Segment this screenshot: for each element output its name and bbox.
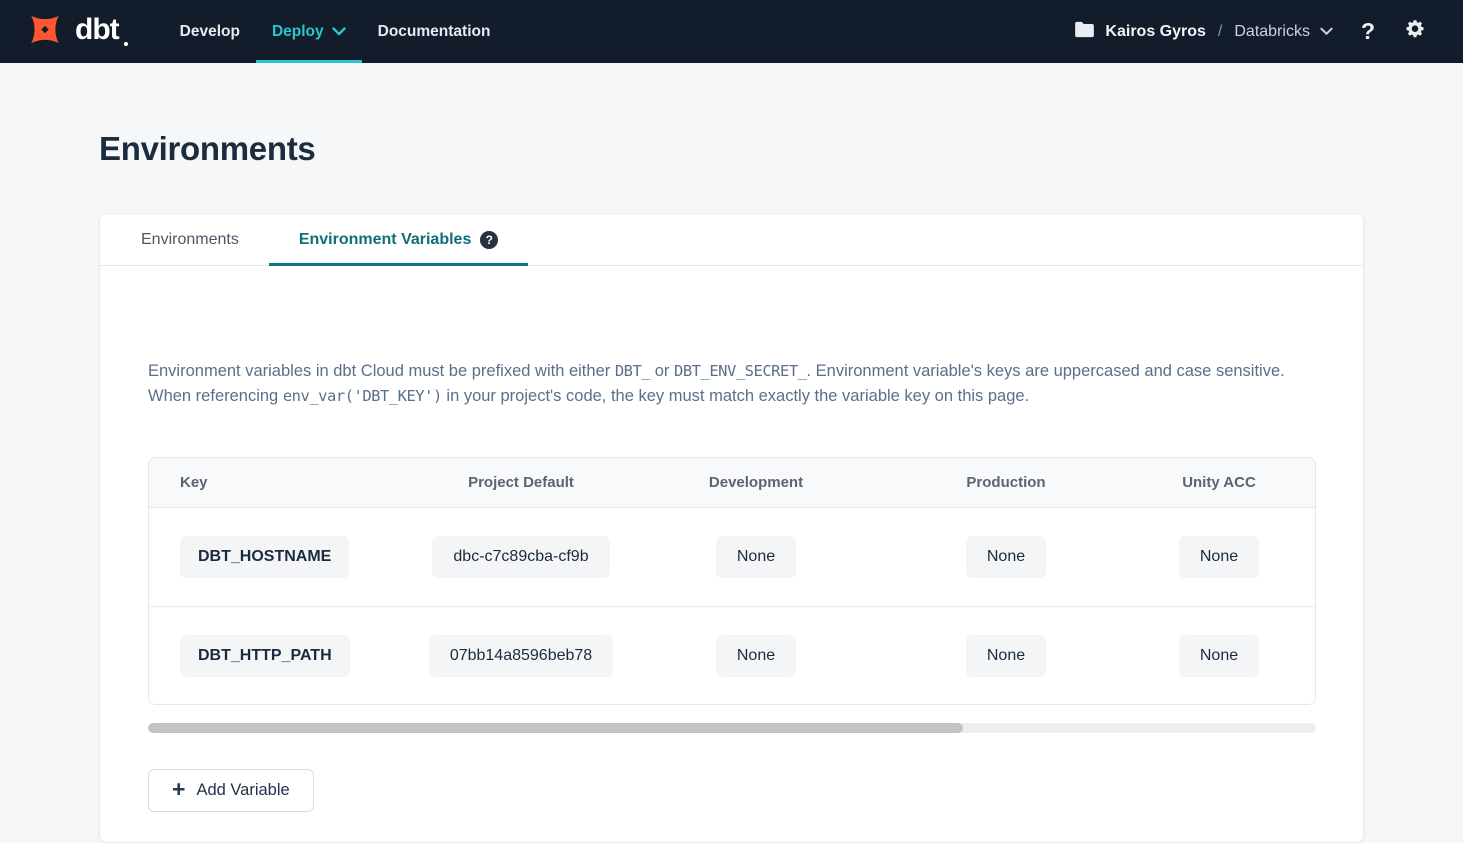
variable-key-chip[interactable]: DBT_HOSTNAME	[180, 536, 349, 578]
nav-item-documentation[interactable]: Documentation	[362, 0, 507, 63]
description-text: or	[650, 362, 674, 380]
dbt-logo-text: dbt	[75, 15, 119, 49]
nav-item-deploy[interactable]: Deploy	[256, 0, 362, 63]
variable-value-chip-unity-acc[interactable]: None	[1179, 536, 1259, 578]
dbt-logo-trademark-dot	[124, 42, 128, 46]
add-variable-label: Add Variable	[196, 781, 289, 800]
code-dbt-env-secret-prefix: DBT_ENV_SECRET_	[674, 362, 806, 380]
tab-environments[interactable]: Environments	[111, 214, 269, 265]
column-header-unity-acc: Unity ACC	[1121, 474, 1316, 491]
code-dbt-prefix: DBT_	[615, 362, 650, 380]
top-navbar: dbt Develop Deploy Documentation Kairos …	[0, 0, 1463, 63]
help-circle-icon[interactable]: ?	[480, 231, 498, 249]
tab-panel-environment-variables: Environment variables in dbt Cloud must …	[100, 359, 1363, 842]
question-mark-glyph: ?	[486, 233, 493, 247]
help-button[interactable]: ?	[1361, 20, 1375, 43]
column-header-project-default: Project Default	[421, 474, 621, 491]
gear-icon	[1403, 17, 1427, 46]
column-header-production: Production	[891, 474, 1121, 491]
dbt-logo[interactable]: dbt	[22, 9, 128, 55]
code-env-var-example: env_var('DBT_KEY')	[283, 387, 442, 405]
account-project-switcher[interactable]: Kairos Gyros / Databricks	[1074, 21, 1333, 43]
variable-value-chip-unity-acc[interactable]: None	[1179, 635, 1259, 677]
main-navigation: Develop Deploy Documentation	[164, 0, 507, 63]
chevron-down-icon	[1320, 23, 1333, 41]
tab-environment-variables-label: Environment Variables	[299, 231, 472, 249]
horizontal-scrollbar-track[interactable]	[148, 723, 1316, 733]
table-row: DBT_HOSTNAME dbc-c7c89cba-cf9b None None…	[149, 508, 1315, 606]
description-text: Environment variables in dbt Cloud must …	[148, 362, 615, 380]
account-separator: /	[1216, 23, 1224, 41]
column-header-key: Key	[149, 474, 421, 491]
page-title: Environments	[99, 130, 1463, 168]
add-variable-button[interactable]: + Add Variable	[148, 769, 314, 812]
dbt-logo-icon	[22, 9, 68, 55]
variable-value-chip-project-default[interactable]: 07bb14a8596beb78	[429, 635, 613, 677]
nav-item-develop-label: Develop	[180, 23, 240, 41]
variable-key-chip[interactable]: DBT_HTTP_PATH	[180, 635, 350, 677]
environment-variables-table: Key Project Default Development Producti…	[148, 457, 1316, 705]
env-vars-description: Environment variables in dbt Cloud must …	[148, 359, 1315, 409]
environments-card: Environments Environment Variables ? Env…	[99, 213, 1364, 843]
nav-item-deploy-label: Deploy	[272, 23, 324, 41]
nav-item-develop[interactable]: Develop	[164, 0, 256, 63]
description-text: in your project's code, the key must mat…	[442, 387, 1029, 405]
tab-environments-label: Environments	[141, 231, 239, 249]
table-row: DBT_HTTP_PATH 07bb14a8596beb78 None None…	[149, 606, 1315, 704]
tab-environment-variables[interactable]: Environment Variables ?	[269, 214, 529, 265]
variable-value-chip-development[interactable]: None	[716, 536, 796, 578]
navbar-right: Kairos Gyros / Databricks ?	[1074, 17, 1427, 46]
column-header-development: Development	[621, 474, 891, 491]
table-header-row: Key Project Default Development Producti…	[149, 458, 1315, 508]
variable-value-chip-production[interactable]: None	[966, 536, 1046, 578]
account-environment-name: Databricks	[1234, 23, 1310, 41]
question-mark-icon: ?	[1361, 18, 1375, 44]
horizontal-scrollbar-thumb[interactable]	[148, 723, 963, 733]
folder-icon	[1074, 21, 1095, 43]
variable-value-chip-production[interactable]: None	[966, 635, 1046, 677]
variable-value-chip-development[interactable]: None	[716, 635, 796, 677]
tab-bar: Environments Environment Variables ?	[100, 214, 1363, 266]
variable-value-chip-project-default[interactable]: dbc-c7c89cba-cf9b	[432, 536, 609, 578]
chevron-down-icon	[332, 23, 346, 41]
settings-button[interactable]	[1403, 17, 1427, 46]
plus-icon: +	[172, 778, 185, 801]
nav-item-documentation-label: Documentation	[378, 23, 491, 41]
account-project-name: Kairos Gyros	[1105, 23, 1205, 41]
